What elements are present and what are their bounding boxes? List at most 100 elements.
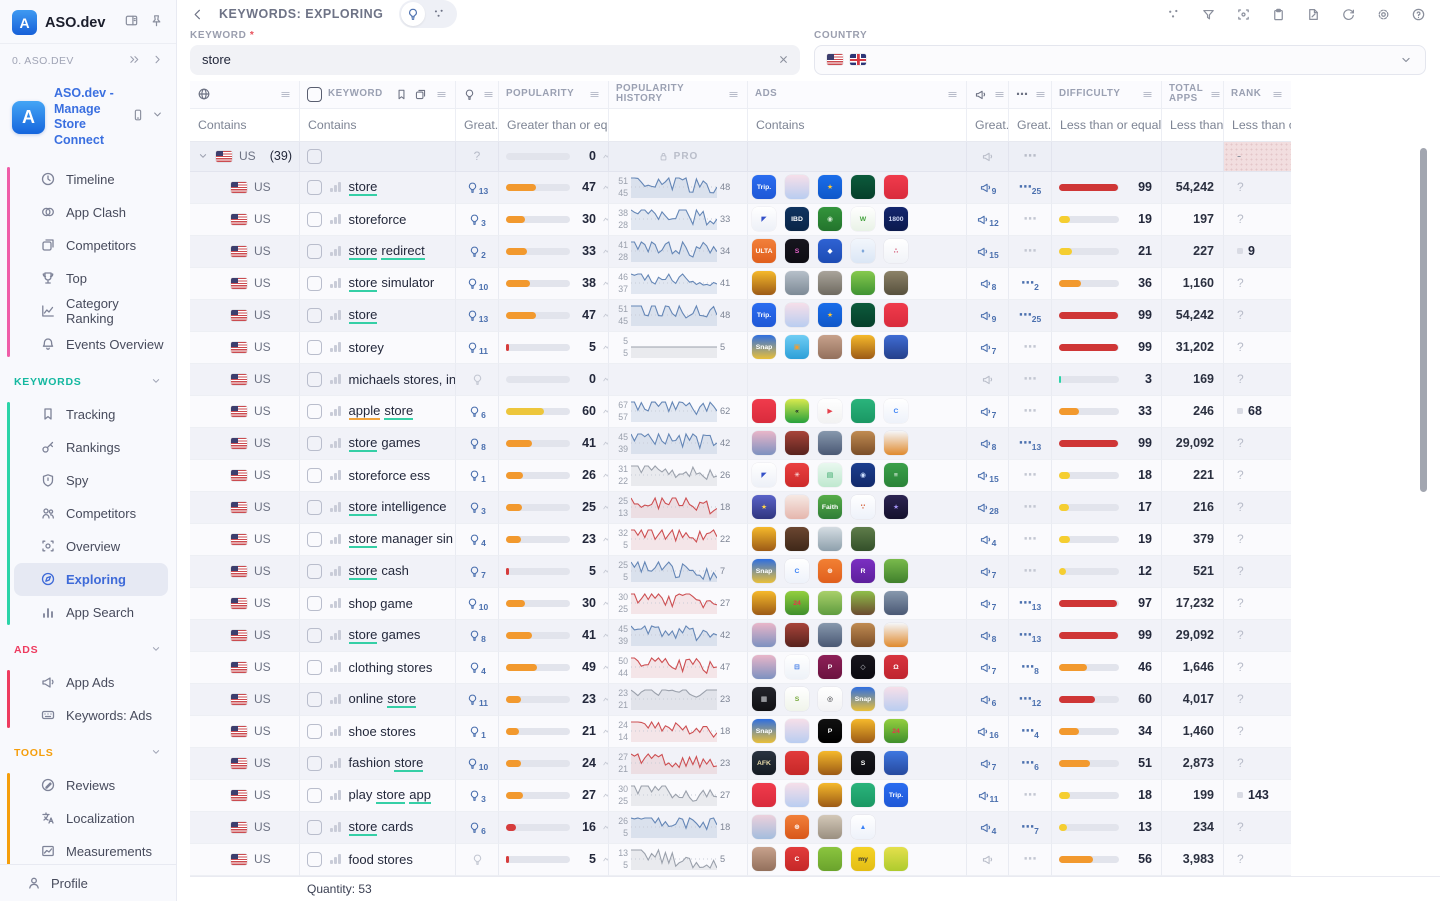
- workspace-row[interactable]: 0. ASO.DEV: [0, 43, 176, 78]
- ad-app-icon[interactable]: 24: [785, 591, 809, 615]
- ad-app-icon[interactable]: ∴: [884, 239, 908, 263]
- app-ads-cell[interactable]: 7: [967, 588, 1009, 620]
- pin-icon[interactable]: [149, 13, 164, 33]
- ad-app-icon[interactable]: ⊟: [785, 655, 809, 679]
- keyword-link[interactable]: food stores: [349, 852, 413, 867]
- ad-app-icon[interactable]: [785, 623, 809, 647]
- sidebar-item-rankings[interactable]: Rankings: [14, 431, 168, 464]
- row-checkbox[interactable]: [307, 756, 322, 771]
- ad-app-icon[interactable]: C: [785, 847, 809, 871]
- table-row[interactable]: US storeforce ess 1 26 312226 ◤✳▤◉≡ 15 ⋯…: [190, 460, 1291, 492]
- row-checkbox[interactable]: [307, 244, 322, 259]
- chart-bars-icon[interactable]: [330, 406, 341, 416]
- ad-app-icon[interactable]: [884, 591, 908, 615]
- ad-app-icon[interactable]: [851, 719, 875, 743]
- table-row[interactable]: US storey 11 5 555 Snap▣ 7 ⋯ 99 31,202 ?: [190, 332, 1291, 364]
- row-checkbox[interactable]: [307, 308, 322, 323]
- row-checkbox[interactable]: [307, 852, 322, 867]
- ad-app-icon[interactable]: [785, 175, 809, 199]
- sidebar-item-timeline[interactable]: Timeline: [14, 163, 168, 196]
- trend-icon[interactable]: [602, 470, 609, 481]
- keyword-link[interactable]: storesimulator: [349, 275, 435, 292]
- sidebar-item-localization[interactable]: Localization: [14, 802, 168, 835]
- group-checkbox[interactable]: [307, 149, 322, 164]
- sidebar-item-keywords-ads[interactable]: Keywords: Ads: [14, 699, 168, 732]
- filter-app-ads[interactable]: Great...: [967, 109, 1009, 141]
- row-checkbox[interactable]: [307, 372, 322, 387]
- ad-app-icon[interactable]: [818, 431, 842, 455]
- trend-icon[interactable]: [602, 694, 609, 705]
- ad-app-icon[interactable]: [785, 527, 809, 551]
- app-ads-cell[interactable]: 7: [967, 748, 1009, 780]
- trend-icon[interactable]: [602, 406, 609, 417]
- keyword-link[interactable]: storecards: [349, 819, 414, 836]
- clear-icon[interactable]: [777, 53, 790, 66]
- trend-icon[interactable]: [602, 598, 609, 609]
- ad-app-icon[interactable]: [752, 399, 776, 423]
- filter-total-apps[interactable]: Less than...: [1162, 109, 1224, 141]
- ad-app-icon[interactable]: [785, 751, 809, 775]
- suggestions-cell[interactable]: 10: [456, 748, 499, 780]
- more-cell[interactable]: ⋯25: [1009, 172, 1052, 204]
- ad-app-icon[interactable]: [818, 591, 842, 615]
- column-header-more[interactable]: ⋯: [1009, 81, 1052, 108]
- row-checkbox[interactable]: [307, 788, 322, 803]
- ad-app-icon[interactable]: ★: [818, 303, 842, 327]
- sidebar-item-reviews[interactable]: Reviews: [14, 769, 168, 802]
- chevron-down-icon[interactable]: [151, 108, 164, 126]
- trend-icon[interactable]: [602, 662, 609, 673]
- column-header-app-ads[interactable]: [967, 81, 1009, 108]
- column-menu-icon[interactable]: [1209, 88, 1222, 101]
- table-row[interactable]: US storegames 8 41 453942 8 ⋯13 99 29,09…: [190, 620, 1291, 652]
- table-row[interactable]: US storecards 6 16 26518 ⊕▲ 4 ⋯7 13 234 …: [190, 812, 1291, 844]
- vertical-scrollbar[interactable]: [1420, 148, 1427, 492]
- table-row[interactable]: US food stores 5 1355 Cmy ⋯ 56 3,983 ?: [190, 844, 1291, 876]
- trend-icon[interactable]: [602, 374, 609, 385]
- keyword-input[interactable]: store: [190, 45, 800, 75]
- app-ads-cell[interactable]: 15: [967, 236, 1009, 268]
- suggestions-cell[interactable]: 13: [456, 300, 499, 332]
- ad-app-icon[interactable]: P: [818, 719, 842, 743]
- keyword-link[interactable]: playstoreapp: [349, 787, 431, 804]
- ad-app-icon[interactable]: ◤: [752, 463, 776, 487]
- row-checkbox[interactable]: [307, 692, 322, 707]
- keyword-link[interactable]: storeredirect: [349, 243, 425, 260]
- ad-app-icon[interactable]: [884, 687, 908, 711]
- more-cell[interactable]: ⋯7: [1009, 812, 1052, 844]
- chart-bars-icon[interactable]: [330, 630, 341, 640]
- app-ads-cell[interactable]: 6: [967, 684, 1009, 716]
- sidebar-item-app-search[interactable]: App Search: [14, 596, 168, 629]
- ad-app-icon[interactable]: [818, 815, 842, 839]
- ad-app-icon[interactable]: ◉: [818, 207, 842, 231]
- row-checkbox[interactable]: [307, 340, 322, 355]
- ad-app-icon[interactable]: ◆: [818, 239, 842, 263]
- chart-bars-icon[interactable]: [330, 598, 341, 608]
- scan-icon[interactable]: [1236, 7, 1251, 22]
- ad-app-icon[interactable]: R: [851, 559, 875, 583]
- app-ads-cell[interactable]: 8: [967, 268, 1009, 300]
- ad-app-icon[interactable]: S: [785, 687, 809, 711]
- ad-app-icon[interactable]: ◉: [851, 463, 875, 487]
- more-cell[interactable]: ⋯25: [1009, 300, 1052, 332]
- column-menu-icon[interactable]: [279, 88, 292, 101]
- keyword-link[interactable]: storemanager sin: [349, 531, 453, 548]
- chart-bars-icon[interactable]: [330, 726, 341, 736]
- clipboard-icon[interactable]: [1271, 7, 1286, 22]
- ad-app-icon[interactable]: [884, 335, 908, 359]
- suggestions-cell[interactable]: 7: [456, 556, 499, 588]
- column-header-keyword[interactable]: KEYWORD: [300, 81, 456, 108]
- ad-app-icon[interactable]: «: [785, 399, 809, 423]
- keyword-link[interactable]: shop game: [349, 596, 413, 611]
- row-checkbox[interactable]: [307, 532, 322, 547]
- app-ads-cell[interactable]: 8: [967, 620, 1009, 652]
- app-ads-cell[interactable]: 4: [967, 524, 1009, 556]
- row-checkbox[interactable]: [307, 564, 322, 579]
- table-row[interactable]: US playstoreapp 3 27 302527 Trip. 11 ⋯ 1…: [190, 780, 1291, 812]
- ad-app-icon[interactable]: Trip.: [752, 175, 776, 199]
- suggestions-cell[interactable]: 4: [456, 652, 499, 684]
- ad-app-icon[interactable]: W: [851, 207, 875, 231]
- ad-app-icon[interactable]: [851, 783, 875, 807]
- sidebar-item-profile[interactable]: Profile: [0, 864, 176, 901]
- group-row-us[interactable]: US (39) ? 0 PRO ⋯ -: [190, 142, 1291, 172]
- app-ads-cell[interactable]: 4: [967, 812, 1009, 844]
